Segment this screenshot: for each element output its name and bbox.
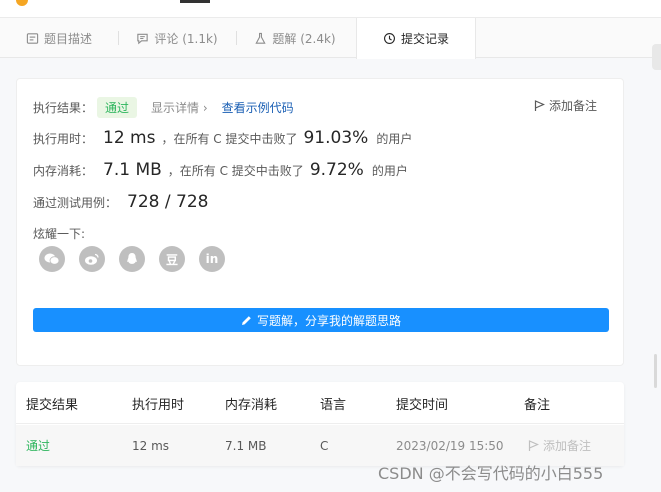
write-solution-button[interactable]: 写题解，分享我的解题思路: [33, 308, 609, 332]
tab-bar: 题目描述 评论 (1.1k) 题解 (2.4k) 提交记录: [0, 18, 661, 70]
pencil-icon: [241, 315, 251, 325]
flask-icon: [255, 32, 267, 44]
wechat-icon[interactable]: [39, 246, 65, 272]
table-header: 提交结果 执行用时 内存消耗 语言 提交时间 备注: [16, 382, 624, 424]
submissions-table: 提交结果 执行用时 内存消耗 语言 提交时间 备注 通过 12 ms 7.1 M…: [16, 382, 624, 466]
comment-icon: [137, 33, 149, 44]
row-memory: 7.1 MB: [225, 438, 267, 453]
header-note: 备注: [524, 397, 551, 413]
description-icon: [26, 32, 39, 44]
memory-mid-text: ，在所有 C 提交中击败了: [167, 163, 304, 178]
tab-solutions-label: 题解 (2.4k): [272, 31, 336, 46]
view-example-code-link[interactable]: 查看示例代码: [222, 99, 294, 116]
logo-icon: [16, 0, 28, 6]
header-language: 语言: [320, 397, 347, 413]
scrollbar[interactable]: [654, 354, 657, 388]
linkedin-icon[interactable]: in: [199, 246, 225, 272]
runtime-suffix: 的用户: [376, 131, 413, 146]
tests-value: 728 / 728: [127, 192, 209, 212]
runtime-mid-text: ，在所有 C 提交中击败了: [161, 131, 298, 146]
header-time: 提交时间: [396, 397, 449, 413]
top-navbar: [0, 0, 661, 18]
clock-icon: [384, 33, 395, 44]
flag-icon: [534, 99, 545, 111]
runtime-label: 执行用时：: [33, 131, 94, 146]
tests-row: 通过测试用例： 728 / 728: [33, 192, 214, 212]
header-runtime: 执行用时: [132, 397, 185, 413]
tab-solutions[interactable]: 题解 (2.4k): [236, 18, 354, 58]
result-row: 执行结果： 通过 显示详情 › 查看示例代码: [33, 97, 294, 118]
share-icons: 豆 in: [39, 246, 225, 272]
runtime-value: 12 ms: [103, 128, 156, 148]
add-note-button[interactable]: 添加备注: [534, 97, 597, 114]
nav-active-indicator: [180, 0, 210, 3]
memory-label: 内存消耗：: [33, 163, 94, 178]
runtime-row: 执行用时： 12 ms ，在所有 C 提交中击败了 91.03% 的用户: [33, 128, 412, 148]
show-details-link[interactable]: 显示详情 ›: [151, 99, 208, 116]
header-status: 提交结果: [26, 397, 79, 413]
memory-percent: 9.72%: [309, 160, 364, 180]
tab-description-label: 题目描述: [43, 31, 92, 46]
memory-row: 内存消耗： 7.1 MB ，在所有 C 提交中击败了 9.72% 的用户: [33, 160, 408, 180]
panel-toggle-button[interactable]: [652, 44, 661, 70]
memory-value: 7.1 MB: [103, 160, 162, 180]
flag-icon: [528, 439, 539, 451]
memory-suffix: 的用户: [371, 163, 408, 178]
add-note-label: 添加备注: [548, 99, 597, 113]
douban-icon[interactable]: 豆: [159, 246, 185, 272]
runtime-percent: 91.03%: [303, 128, 369, 148]
tab-comments[interactable]: 评论 (1.1k): [118, 18, 237, 58]
share-row: 炫耀一下:: [33, 225, 85, 242]
row-runtime: 12 ms: [132, 438, 170, 453]
row-language: C: [320, 438, 329, 453]
header-memory: 内存消耗: [225, 397, 278, 413]
tab-submissions-label: 提交记录: [400, 32, 449, 46]
tests-label: 通过测试用例：: [33, 195, 118, 210]
tab-description[interactable]: 题目描述: [0, 18, 119, 58]
write-solution-label: 写题解，分享我的解题思路: [256, 313, 401, 328]
weibo-icon[interactable]: [79, 246, 105, 272]
tab-comments-label: 评论 (1.1k): [154, 31, 218, 46]
row-add-note-label: 添加备注: [543, 439, 592, 453]
tab-submissions[interactable]: 提交记录: [356, 18, 476, 59]
result-label: 执行结果：: [33, 101, 94, 115]
row-status[interactable]: 通过: [26, 425, 50, 466]
watermark: CSDN @不会写代码的小白555: [378, 464, 604, 483]
qq-icon[interactable]: [119, 246, 145, 272]
submission-detail-card: 执行结果： 通过 显示详情 › 查看示例代码 添加备注 执行用时： 12 ms …: [16, 78, 624, 366]
status-badge: 通过: [97, 97, 138, 118]
share-label: 炫耀一下:: [33, 227, 86, 241]
